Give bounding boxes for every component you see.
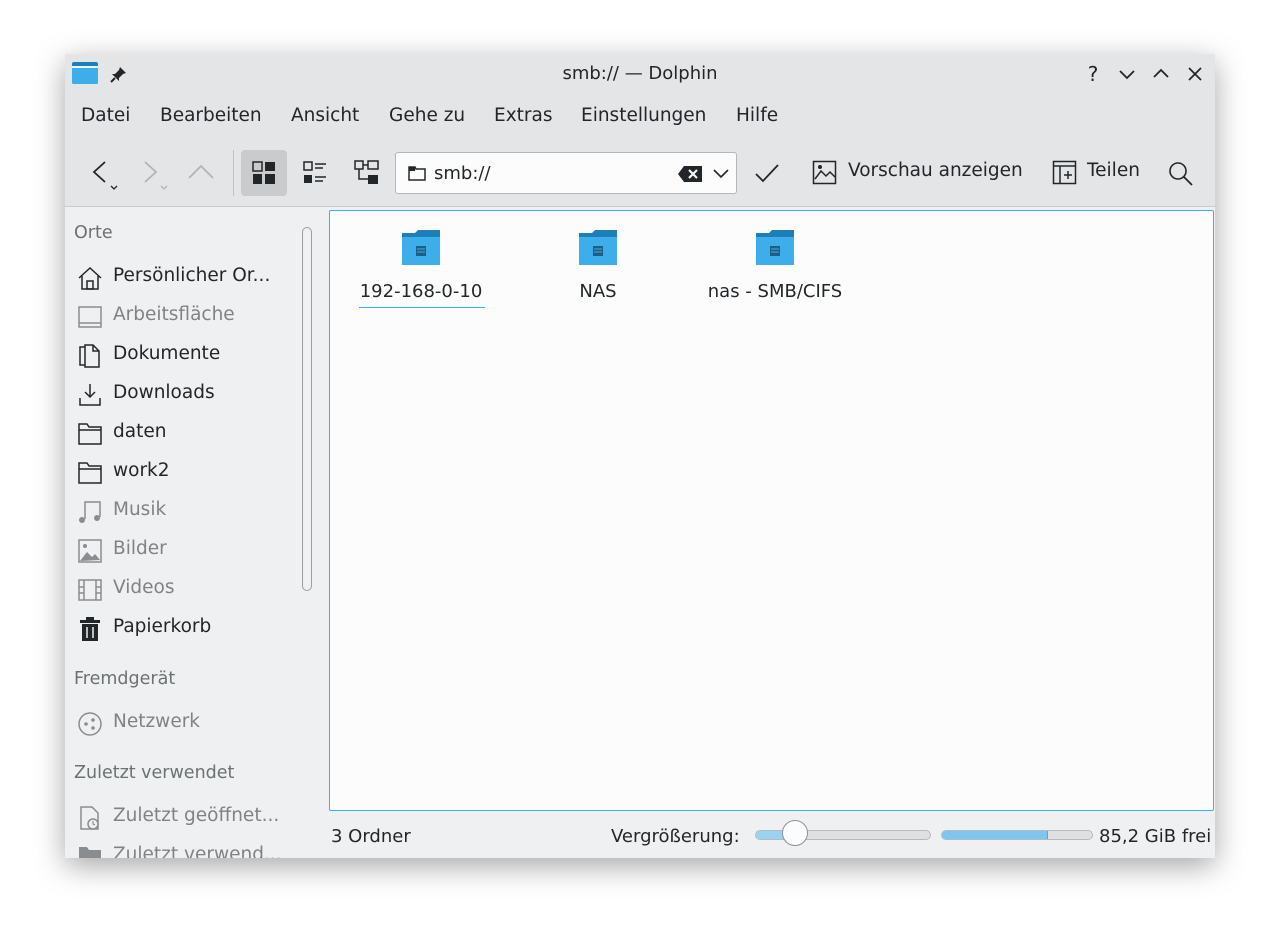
confirm-check-icon[interactable] [753, 160, 781, 186]
sidebar-item-documents[interactable]: Dokumente [75, 341, 285, 371]
recent-header: Zuletzt verwendet [74, 763, 235, 783]
sidebar-item-label: daten [113, 421, 167, 442]
music-icon [79, 501, 101, 523]
split-view-icon[interactable] [1052, 160, 1078, 186]
share-button[interactable]: Teilen [1087, 160, 1140, 181]
svg-text:?: ? [1088, 62, 1099, 86]
file-name: nas - SMB/CIFS [707, 281, 843, 302]
menu-extras[interactable]: Extras [494, 105, 552, 126]
sidebar-item-label: Videos [113, 577, 175, 598]
file-name: 192-168-0-10 [359, 281, 483, 302]
free-space-text: 85,2 GiB frei [1099, 826, 1212, 847]
remote-header: Fremdgerät [74, 669, 176, 689]
file-view[interactable]: 192-168-0-10 NAS nas - SMB/CIFS [329, 210, 1214, 811]
sidebar-item-label: Dokumente [113, 343, 221, 364]
zoom-label: Vergrößerung: [611, 826, 740, 847]
scrollbar-thumb[interactable] [302, 227, 312, 591]
sidebar-item-label: Downloads [113, 382, 215, 403]
menu-einstellungen[interactable]: Einstellungen [581, 105, 706, 126]
sidebar-item-label: Netzwerk [113, 711, 201, 732]
clear-text-icon[interactable] [677, 165, 703, 183]
image-icon [78, 539, 102, 563]
menu-ansicht[interactable]: Ansicht [291, 105, 359, 126]
search-icon[interactable] [1168, 161, 1194, 187]
preview-button[interactable]: Vorschau anzeigen [848, 160, 1023, 181]
download-icon [79, 384, 101, 406]
chevron-down-icon[interactable] [712, 167, 730, 181]
sidebar-item-videos[interactable]: Videos [75, 575, 285, 605]
sidebar-scrollbar[interactable] [301, 226, 313, 858]
free-space-fill [942, 831, 1048, 839]
location-bar[interactable]: smb:// [395, 152, 737, 194]
file-name: NAS [579, 281, 617, 302]
sidebar-item-downloads[interactable]: Downloads [75, 380, 285, 410]
menu-datei[interactable]: Datei [81, 105, 130, 126]
forward-icon[interactable] [137, 156, 173, 192]
toolbar-separator [233, 150, 234, 196]
sidebar-item-daten[interactable]: daten [75, 419, 285, 449]
network-folder-icon [579, 230, 617, 265]
help-icon[interactable]: ? [1081, 62, 1105, 86]
location-text[interactable]: smb:// [434, 163, 491, 184]
status-bar: 3 Ordner Vergrößerung: 85,2 GiB frei [65, 812, 1215, 858]
window-title: smb:// — Dolphin [562, 63, 718, 84]
compact-view-icon[interactable] [303, 161, 327, 185]
details-view-icon[interactable] [354, 160, 380, 186]
sidebar-item-desktop[interactable]: Arbeitsfläche [75, 302, 285, 332]
network-folder-icon [756, 230, 794, 265]
sidebar-item-label: work2 [113, 460, 170, 481]
menu-hilfe[interactable]: Hilfe [736, 105, 778, 126]
network-icon [78, 712, 102, 736]
minimize-icon[interactable] [1115, 62, 1139, 86]
up-icon[interactable] [185, 158, 217, 188]
places-header: Orte [74, 223, 113, 243]
selection-underline [359, 307, 485, 308]
places-panel: Orte Persönlicher Or... Arbeitsfläche Do [65, 207, 293, 858]
home-icon [78, 266, 102, 290]
sidebar-item-label: Bilder [113, 538, 167, 559]
folder-icon [78, 423, 102, 445]
sidebar-item-network[interactable]: Netzwerk [75, 709, 285, 739]
back-icon[interactable] [87, 156, 123, 192]
icons-view-button[interactable] [241, 150, 287, 196]
file-item-nas[interactable]: NAS [513, 229, 683, 319]
icons-view-icon [252, 161, 275, 184]
close-icon[interactable] [1183, 62, 1207, 86]
folder-icon [78, 462, 102, 484]
free-space-bar [941, 830, 1093, 840]
dolphin-window: smb:// — Dolphin ? Datei Bearbeiten Ansi… [65, 54, 1215, 858]
sidebar-item-label: Arbeitsfläche [113, 304, 235, 325]
item-count: 3 Ordner [331, 826, 411, 847]
sidebar-item-work2[interactable]: work2 [75, 458, 285, 488]
sidebar-item-music[interactable]: Musik [75, 497, 285, 527]
trash-icon [80, 617, 100, 641]
menu-bar: Datei Bearbeiten Ansicht Gehe zu Extras … [65, 94, 1215, 140]
sidebar-item-trash[interactable]: Papierkorb [75, 614, 285, 644]
menu-bearbeiten[interactable]: Bearbeiten [160, 105, 262, 126]
desktop-icon [78, 306, 102, 328]
title-bar[interactable]: smb:// — Dolphin ? [65, 54, 1215, 94]
maximize-icon[interactable] [1149, 62, 1173, 86]
folder-icon [408, 166, 426, 181]
file-item-192-168-0-10[interactable]: 192-168-0-10 [336, 229, 506, 319]
sidebar-item-label: Musik [113, 499, 167, 520]
sidebar-item-label: Persönlicher Or... [113, 265, 271, 286]
sidebar-item-label: Papierkorb [113, 616, 212, 637]
zoom-slider-handle[interactable] [782, 820, 809, 846]
sidebar-item-home[interactable]: Persönlicher Or... [75, 263, 285, 293]
documents-icon [79, 344, 100, 368]
sidebar-item-pictures[interactable]: Bilder [75, 536, 285, 566]
menu-gehe-zu[interactable]: Gehe zu [389, 105, 465, 126]
toolbar: smb:// Vorschau anzeigen Teilen [65, 140, 1215, 207]
network-folder-icon [402, 230, 440, 265]
preview-icon[interactable] [812, 160, 838, 186]
video-icon [78, 579, 102, 601]
file-item-nas-smb-cifs[interactable]: nas - SMB/CIFS [690, 229, 860, 319]
